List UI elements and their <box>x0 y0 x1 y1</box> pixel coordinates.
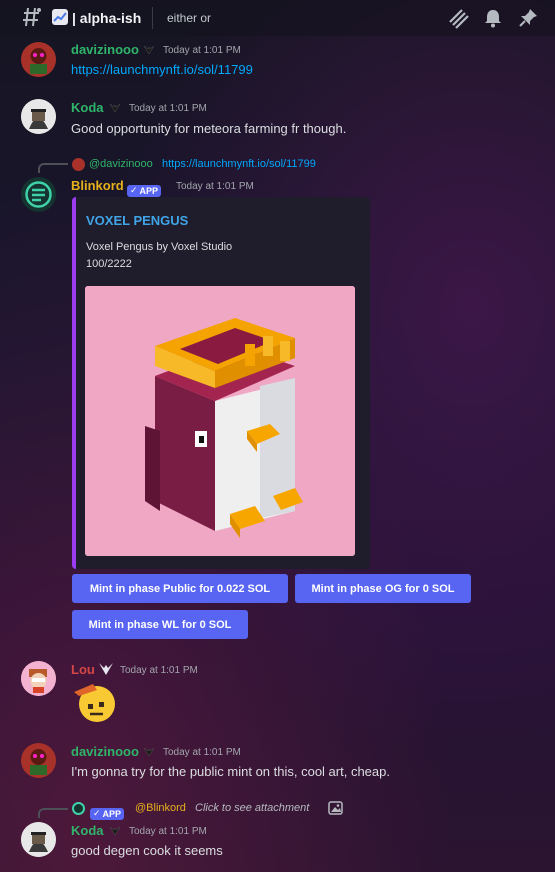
reply-connector <box>38 163 68 173</box>
pin-icon[interactable] <box>517 7 539 29</box>
timestamp: Today at 1:01 PM <box>129 103 207 114</box>
mint-og-button[interactable]: Mint in phase OG for 0 SOL <box>295 574 471 603</box>
message-link[interactable]: https://launchmynft.io/sol/11799 <box>71 62 253 77</box>
salute-emoji-icon <box>74 684 115 722</box>
author-name[interactable]: Koda <box>71 100 104 115</box>
mint-wl-button[interactable]: Mint in phase WL for 0 SOL <box>72 610 248 639</box>
avatar[interactable] <box>21 822 56 857</box>
timestamp: Today at 1:01 PM <box>176 181 254 192</box>
message-koda-2: ✓ APP @Blinkord Click to see attachment K… <box>0 800 555 872</box>
reply-preview[interactable]: Click to see attachment <box>195 802 309 814</box>
avatar[interactable] <box>21 661 56 696</box>
check-icon: ✓ <box>93 808 101 818</box>
message-text: Good opportunity for meteora farming fr … <box>71 121 347 136</box>
embed-title[interactable]: VOXEL PENGUS <box>86 213 188 228</box>
reply-app-badge: ✓ APP <box>90 803 125 821</box>
message-koda-1: Koda Today at 1:01 PM Good opportunity f… <box>0 98 555 143</box>
reply-connector <box>38 808 68 818</box>
channel-topic[interactable]: either or <box>167 11 211 25</box>
role-badge-icon <box>110 826 120 836</box>
bell-icon[interactable] <box>482 7 504 29</box>
message-text: I'm gonna try for the public mint on thi… <box>71 764 390 779</box>
role-badge-icon <box>99 663 113 675</box>
chart-emoji-icon <box>52 9 68 25</box>
embed-line-2: 100/2222 <box>86 258 132 270</box>
embed-image[interactable] <box>85 286 355 556</box>
avatar[interactable] <box>21 177 56 212</box>
avatar[interactable] <box>21 743 56 778</box>
mint-public-button[interactable]: Mint in phase Public for 0.022 SOL <box>72 574 288 603</box>
nft-embed: VOXEL PENGUS Voxel Pengus by Voxel Studi… <box>72 197 370 569</box>
avatar[interactable] <box>21 99 56 134</box>
threads-icon[interactable] <box>447 7 469 29</box>
channel-header: | alpha-ish either or <box>0 0 555 36</box>
header-divider <box>152 7 153 29</box>
reply-avatar <box>72 158 85 171</box>
role-badge-icon <box>110 103 120 113</box>
threads-hash-icon[interactable] <box>22 6 42 28</box>
reply-avatar <box>72 802 85 815</box>
role-badge-icon <box>144 45 154 55</box>
channel-title: | alpha-ish <box>72 10 142 26</box>
reply-preview[interactable]: https://launchmynft.io/sol/11799 <box>162 158 316 170</box>
role-badge-icon <box>144 747 154 757</box>
reply-author[interactable]: @Blinkord <box>135 802 186 814</box>
reply-author[interactable]: @davizinooo <box>89 158 153 170</box>
author-name[interactable]: davizinooo <box>71 744 139 759</box>
message-davizinooo-1: davizinooo Today at 1:01 PM https://laun… <box>0 40 555 85</box>
author-name[interactable]: davizinooo <box>71 42 139 57</box>
embed-line-1: Voxel Pengus by Voxel Studio <box>86 241 233 253</box>
app-badge: ✓ APP <box>127 180 162 198</box>
timestamp: Today at 1:01 PM <box>120 665 198 676</box>
message-text: good degen cook it seems <box>71 843 223 858</box>
author-name[interactable]: Lou <box>71 662 95 677</box>
message-davizinooo-2: davizinooo Today at 1:01 PM I'm gonna tr… <box>0 742 555 787</box>
check-icon: ✓ <box>130 185 138 195</box>
author-name[interactable]: Blinkord <box>71 178 124 193</box>
image-icon <box>328 801 343 815</box>
avatar[interactable] <box>21 42 56 77</box>
timestamp: Today at 1:01 PM <box>129 826 207 837</box>
timestamp: Today at 1:01 PM <box>163 45 241 56</box>
message-lou: Lou Today at 1:01 PM <box>0 660 555 730</box>
author-name[interactable]: Koda <box>71 823 104 838</box>
embed-description: Voxel Pengus by Voxel Studio 100/2222 <box>86 239 232 273</box>
timestamp: Today at 1:01 PM <box>163 747 241 758</box>
